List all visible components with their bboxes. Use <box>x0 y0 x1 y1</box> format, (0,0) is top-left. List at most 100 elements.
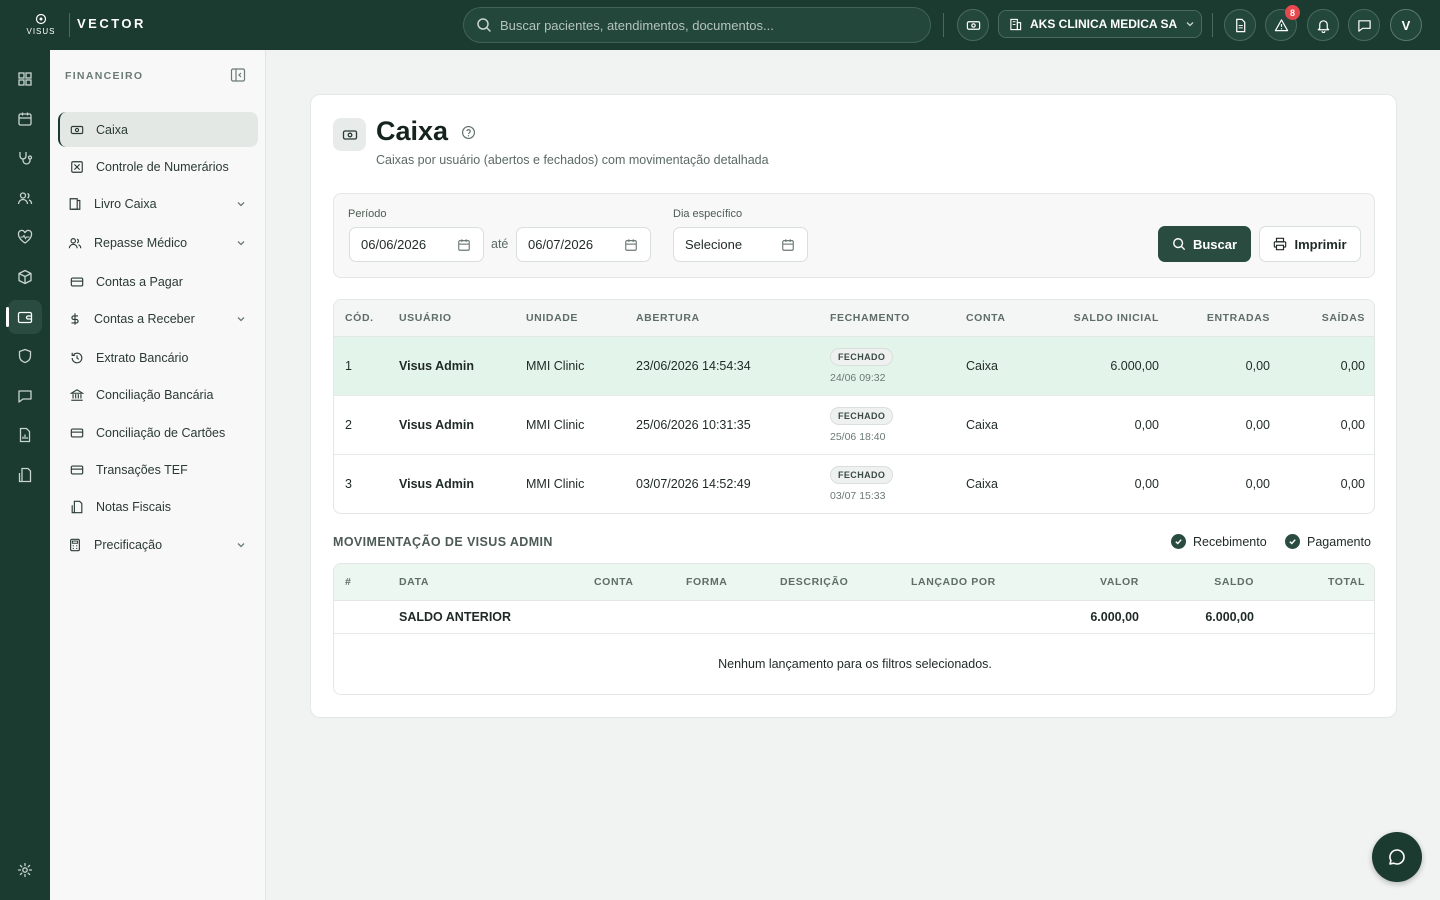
table-row[interactable]: 1 Visus Admin MMI Clinic 23/06/2026 14:5… <box>334 336 1374 396</box>
checkbox-checked[interactable] <box>1171 534 1186 549</box>
column-header[interactable]: ENTRADAS <box>1170 300 1281 337</box>
sidebar-item-livro-caixa[interactable]: Livro Caixa <box>58 186 258 221</box>
sidebar-item-label: Livro Caixa <box>94 196 157 211</box>
sidebar-item-notas-fiscais[interactable]: Notas Fiscais <box>58 489 258 524</box>
cell-exits: 0,00 <box>1340 476 1365 491</box>
date-to-value: 06/07/2026 <box>528 237 594 252</box>
status-badge: FECHADO <box>830 465 894 484</box>
column-header[interactable]: # <box>334 564 388 601</box>
cell-initial-balance: 0,00 <box>1040 395 1170 455</box>
date-to-input[interactable]: 06/07/2026 <box>516 227 651 262</box>
column-header[interactable]: VALOR <box>1013 564 1150 601</box>
alerts-button[interactable]: 8 <box>1265 5 1300 41</box>
date-from-input[interactable]: 06/06/2026 <box>349 227 484 262</box>
column-header[interactable]: FORMA <box>675 564 769 601</box>
rail-patients[interactable] <box>8 181 42 215</box>
column-header[interactable]: UNIDADE <box>515 300 625 337</box>
collapse-sidebar-icon[interactable] <box>230 67 246 83</box>
documents-button[interactable] <box>1224 9 1256 41</box>
movement-table: # DATA CONTA FORMA DESCRIÇÃO LANÇADO POR… <box>333 563 1375 695</box>
column-header[interactable]: DESCRIÇÃO <box>769 564 900 601</box>
shield-icon <box>18 348 32 364</box>
sidebar-item-label: Extrato Bancário <box>96 350 189 365</box>
chat-fab-button[interactable] <box>1372 832 1422 882</box>
rail-security[interactable] <box>8 339 42 373</box>
column-header[interactable]: CÓD. <box>334 300 388 337</box>
rail-settings[interactable] <box>8 853 42 887</box>
specific-day-value: Selecione <box>685 237 743 252</box>
cell-entries: 0,00 <box>1170 336 1281 396</box>
movement-title: MOVIMENTAÇÃO DE VISUS ADMIN <box>333 535 553 549</box>
column-header[interactable]: SALDO INICIAL <box>1040 300 1170 337</box>
chevron-down-icon <box>1186 22 1194 27</box>
column-header[interactable]: DATA <box>388 564 583 601</box>
print-button[interactable]: Imprimir <box>1259 226 1361 262</box>
sidebar-item-conciliacao-cartoes[interactable]: Conciliação de Cartões <box>58 415 258 450</box>
chat-icon <box>1357 19 1371 32</box>
global-search[interactable] <box>463 7 931 43</box>
rail-clinical[interactable] <box>8 141 42 175</box>
column-header[interactable]: TOTAL <box>1265 564 1374 601</box>
cash-registers-table: CÓD. USUÁRIO UNIDADE ABERTURA FECHAMENTO… <box>333 299 1375 514</box>
rail-calendar[interactable] <box>8 102 42 136</box>
wallet-icon <box>17 311 33 324</box>
column-header[interactable]: FECHAMENTO <box>819 300 955 337</box>
history-icon <box>71 352 83 363</box>
column-header[interactable]: SAÍDAS <box>1281 300 1374 337</box>
rail-dashboard[interactable] <box>8 62 42 96</box>
period-label: Período <box>348 208 387 220</box>
column-header[interactable]: ABERTURA <box>625 300 819 337</box>
search-icon <box>477 18 491 32</box>
messages-button[interactable] <box>1348 9 1380 41</box>
notifications-button[interactable] <box>1307 9 1339 41</box>
table-row[interactable]: 2 Visus Admin MMI Clinic 25/06/2026 10:3… <box>334 395 1374 455</box>
receipt-filter-checkbox[interactable]: Recebimento <box>1171 534 1267 549</box>
cell-account: Caixa <box>966 476 998 491</box>
rail-invoices[interactable] <box>8 458 42 492</box>
sidebar-item-contas-pagar[interactable]: Contas a Pagar <box>58 264 258 299</box>
cell-exits: 0,00 <box>1281 336 1374 396</box>
column-header[interactable]: CONTA <box>955 300 1040 337</box>
rail-messages[interactable] <box>8 379 42 413</box>
column-header[interactable]: LANÇADO POR <box>900 564 1013 601</box>
sidebar-item-extrato-bancario[interactable]: Extrato Bancário <box>58 340 258 375</box>
table-row[interactable]: 3 Visus Admin MMI Clinic 03/07/2026 14:5… <box>334 454 1374 513</box>
sidebar-item-repasse-medico[interactable]: Repasse Médico <box>58 225 258 260</box>
rail-health[interactable] <box>8 220 42 254</box>
rail-inventory[interactable] <box>8 260 42 294</box>
rail-financial[interactable] <box>6 300 42 334</box>
cell-account: Caixa <box>955 395 1040 455</box>
user-avatar[interactable]: V <box>1390 9 1422 41</box>
sidebar-item-contas-receber[interactable]: Contas a Receber <box>58 301 258 336</box>
search-button-label: Buscar <box>1192 236 1238 252</box>
sidebar-item-conciliacao-bancaria[interactable]: Conciliação Bancária <box>58 377 258 412</box>
column-header[interactable]: CONTA <box>583 564 675 601</box>
sidebar-item-controle-numerarios[interactable]: Controle de Numerários <box>58 149 258 184</box>
search-button[interactable]: Buscar <box>1158 226 1251 262</box>
search-input[interactable] <box>500 17 920 33</box>
company-selector[interactable]: AKS CLINICA MEDICA SA <box>998 10 1202 38</box>
sidebar-item-label: Contas a Receber <box>94 311 195 326</box>
sidebar-item-transacoes-tef[interactable]: Transações TEF <box>58 452 258 487</box>
heart-pulse-icon <box>17 229 33 244</box>
check-icon <box>1289 539 1296 545</box>
cash-register-button[interactable] <box>957 9 989 41</box>
column-header[interactable]: USUÁRIO <box>388 300 515 337</box>
help-icon[interactable] <box>461 125 476 140</box>
cell-opened: 03/07/2026 14:52:49 <box>636 476 751 491</box>
empty-message: Nenhum lançamento para os filtros seleci… <box>718 656 992 671</box>
cell-closing: FECHADO 24/06 09:32 <box>819 336 955 396</box>
company-name: AKS CLINICA MEDICA SA <box>1030 17 1178 31</box>
payment-filter-checkbox[interactable]: Pagamento <box>1285 534 1371 549</box>
users-icon <box>17 192 33 205</box>
rail-reports[interactable] <box>8 418 42 452</box>
checkbox-checked[interactable] <box>1285 534 1300 549</box>
sidebar-item-precificacao[interactable]: Precificação <box>58 527 258 562</box>
specific-day-label: Dia específico <box>673 208 743 220</box>
visus-logo[interactable]: VISUS <box>24 13 58 39</box>
sidebar-item-caixa[interactable]: Caixa <box>58 112 258 147</box>
calendar-icon <box>782 239 794 251</box>
specific-day-input[interactable]: Selecione <box>673 227 808 262</box>
cell-unit: MMI Clinic <box>526 476 585 491</box>
column-header[interactable]: SALDO <box>1150 564 1265 601</box>
